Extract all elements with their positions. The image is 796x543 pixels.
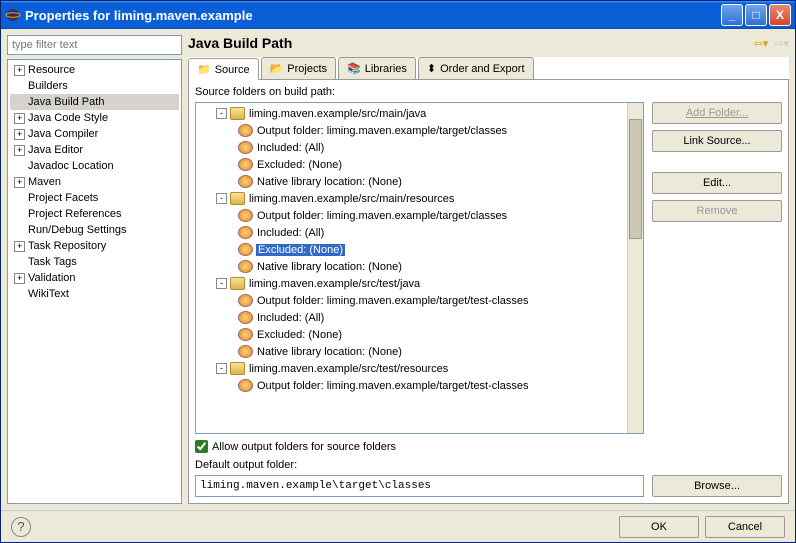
attr-icon: [238, 311, 253, 324]
tab-icon: 📚: [347, 62, 361, 75]
attr-icon: [238, 158, 253, 171]
attr-icon: [238, 260, 253, 273]
tabs: 📁Source📂Projects📚Libraries⬍Order and Exp…: [188, 57, 789, 80]
attr-icon: [238, 124, 253, 137]
forward-icon[interactable]: ⇨▾: [774, 37, 789, 50]
tab-content-source: Source folders on build path: -liming.ma…: [188, 80, 789, 504]
titlebar[interactable]: Properties for liming.maven.example _ □ …: [1, 1, 795, 29]
src-included-0[interactable]: Included: (All): [198, 139, 625, 156]
src-excluded-2[interactable]: Excluded: (None): [198, 326, 625, 343]
edit-button[interactable]: Edit...: [652, 172, 782, 194]
back-icon[interactable]: ⇦▾: [754, 37, 769, 50]
src-native-0[interactable]: Native library location: (None): [198, 173, 625, 190]
src-included-1[interactable]: Included: (All): [198, 224, 625, 241]
tree-item-java-build-path[interactable]: Java Build Path: [10, 94, 179, 110]
allow-output-label: Allow output folders for source folders: [212, 441, 396, 453]
eclipse-icon: [5, 7, 21, 23]
src-output-3[interactable]: Output folder: liming.maven.example/targ…: [198, 377, 625, 394]
source-folders-label: Source folders on build path:: [195, 86, 782, 98]
tab-projects[interactable]: 📂Projects: [261, 57, 336, 79]
allow-output-checkbox[interactable]: [195, 440, 208, 453]
src-excluded-0[interactable]: Excluded: (None): [198, 156, 625, 173]
link-source-button[interactable]: Link Source...: [652, 130, 782, 152]
folder-icon: [230, 277, 245, 290]
tree-item-task-repository[interactable]: +Task Repository: [10, 238, 179, 254]
src-folder-0[interactable]: -liming.maven.example/src/main/java: [198, 105, 625, 122]
tree-item-resource[interactable]: +Resource: [10, 62, 179, 78]
src-output-1[interactable]: Output folder: liming.maven.example/targ…: [198, 207, 625, 224]
attr-icon: [238, 345, 253, 358]
cancel-button[interactable]: Cancel: [705, 516, 785, 538]
attr-icon: [238, 175, 253, 188]
filter-input[interactable]: [7, 35, 182, 55]
source-tree[interactable]: -liming.maven.example/src/main/javaOutpu…: [196, 103, 627, 433]
src-folder-3[interactable]: -liming.maven.example/src/test/resources: [198, 360, 625, 377]
default-output-input[interactable]: [195, 475, 644, 497]
src-native-1[interactable]: Native library location: (None): [198, 258, 625, 275]
tree-item-project-facets[interactable]: Project Facets: [10, 190, 179, 206]
attr-icon: [238, 141, 253, 154]
tree-item-javadoc-location[interactable]: Javadoc Location: [10, 158, 179, 174]
help-icon[interactable]: ?: [11, 517, 31, 537]
attr-icon: [238, 328, 253, 341]
tree-item-wikitext[interactable]: WikiText: [10, 286, 179, 302]
add-folder-button[interactable]: Add Folder...: [652, 102, 782, 124]
tree-item-run-debug-settings[interactable]: Run/Debug Settings: [10, 222, 179, 238]
src-included-2[interactable]: Included: (All): [198, 309, 625, 326]
folder-icon: [230, 107, 245, 120]
tree-item-java-code-style[interactable]: +Java Code Style: [10, 110, 179, 126]
src-folder-2[interactable]: -liming.maven.example/src/test/java: [198, 275, 625, 292]
scrollbar[interactable]: [627, 103, 643, 433]
tab-icon: 📁: [197, 63, 211, 76]
window-title: Properties for liming.maven.example: [25, 8, 719, 23]
page-title: Java Build Path: [188, 35, 754, 51]
minimize-button[interactable]: _: [721, 4, 743, 26]
attr-icon: [238, 294, 253, 307]
tree-item-builders[interactable]: Builders: [10, 78, 179, 94]
browse-button[interactable]: Browse...: [652, 475, 782, 497]
ok-button[interactable]: OK: [619, 516, 699, 538]
scrollbar-thumb[interactable]: [629, 119, 642, 239]
src-native-2[interactable]: Native library location: (None): [198, 343, 625, 360]
tree-item-java-compiler[interactable]: +Java Compiler: [10, 126, 179, 142]
attr-icon: [238, 243, 253, 256]
tree-item-java-editor[interactable]: +Java Editor: [10, 142, 179, 158]
tree-item-maven[interactable]: +Maven: [10, 174, 179, 190]
remove-button[interactable]: Remove: [652, 200, 782, 222]
nav-icons: ⇦▾ ⇨▾: [754, 37, 790, 50]
src-excluded-1[interactable]: Excluded: (None): [198, 241, 625, 258]
tree-item-project-references[interactable]: Project References: [10, 206, 179, 222]
tab-icon: ⬍: [427, 62, 436, 75]
src-folder-1[interactable]: -liming.maven.example/src/main/resources: [198, 190, 625, 207]
folder-icon: [230, 362, 245, 375]
attr-icon: [238, 209, 253, 222]
src-output-0[interactable]: Output folder: liming.maven.example/targ…: [198, 122, 625, 139]
tab-source[interactable]: 📁Source: [188, 58, 259, 80]
attr-icon: [238, 379, 253, 392]
default-output-label: Default output folder:: [195, 459, 782, 471]
attr-icon: [238, 226, 253, 239]
tree-item-validation[interactable]: +Validation: [10, 270, 179, 286]
tab-libraries[interactable]: 📚Libraries: [338, 57, 416, 79]
close-button[interactable]: X: [769, 4, 791, 26]
tree-item-task-tags[interactable]: Task Tags: [10, 254, 179, 270]
folder-icon: [230, 192, 245, 205]
maximize-button[interactable]: □: [745, 4, 767, 26]
tab-icon: 📂: [270, 62, 284, 75]
src-output-2[interactable]: Output folder: liming.maven.example/targ…: [198, 292, 625, 309]
tab-order-and-export[interactable]: ⬍Order and Export: [418, 57, 534, 79]
category-tree[interactable]: +ResourceBuildersJava Build Path+Java Co…: [7, 59, 182, 504]
